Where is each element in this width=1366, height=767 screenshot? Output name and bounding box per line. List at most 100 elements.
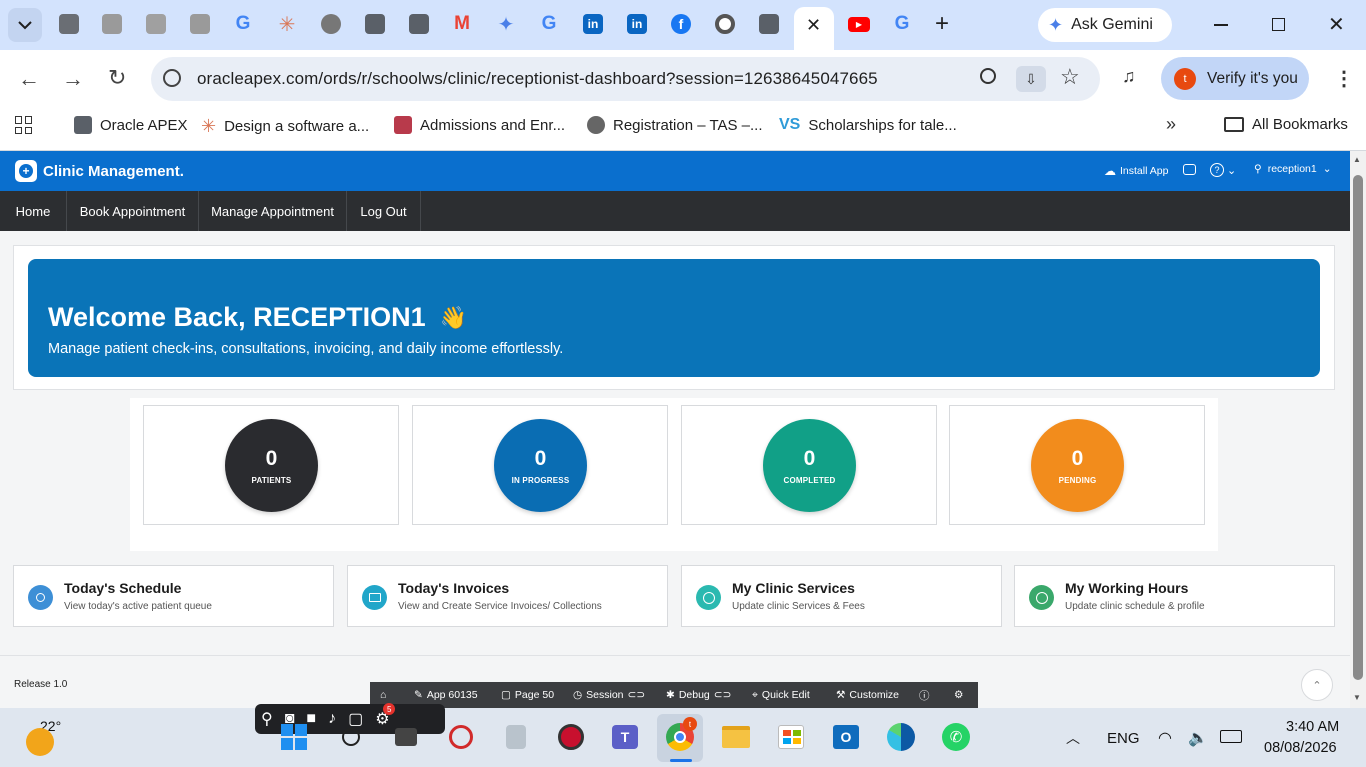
card-todays-schedule[interactable]: Today's Schedule View today's active pat… xyxy=(13,565,334,627)
nav-log-out[interactable]: Log Out xyxy=(347,191,421,231)
bookmark-item[interactable]: Oracle APEX xyxy=(74,116,188,134)
welcome-title: Welcome Back, RECEPTION1 xyxy=(48,302,426,332)
tab-favicon-page-icon[interactable] xyxy=(189,13,211,35)
bookmark-item[interactable]: ✳ Design a software a... xyxy=(201,116,369,137)
whatsapp-icon[interactable]: ✆ xyxy=(940,721,972,753)
settings-gear-icon[interactable]: ⚙ 5 xyxy=(375,703,396,729)
edge-icon[interactable] xyxy=(885,721,917,753)
start-windows-icon[interactable] xyxy=(278,721,310,753)
tab-favicon-youtube-icon[interactable]: ▶ xyxy=(848,13,870,35)
tab-favicon-gemini-icon[interactable]: ✦ xyxy=(495,13,517,36)
dev-info-icon[interactable]: ⓘ xyxy=(919,682,930,708)
tab-favicon-google-icon[interactable]: G xyxy=(538,13,560,35)
new-tab-plus-icon[interactable]: + xyxy=(935,10,949,38)
dev-page-button[interactable]: ▢ Page 50 xyxy=(501,682,554,708)
file-explorer-icon[interactable] xyxy=(720,721,752,753)
wifi-icon[interactable]: ◠ xyxy=(1158,728,1172,748)
chat-icon[interactable] xyxy=(1183,164,1196,175)
tab-favicon-google-icon[interactable]: G xyxy=(891,13,913,35)
window-close-icon[interactable]: ✕ xyxy=(1328,12,1345,37)
recorder-app-icon[interactable] xyxy=(555,721,587,753)
outlook-icon[interactable]: O xyxy=(830,721,862,753)
database-app-icon[interactable] xyxy=(500,721,532,753)
tab-favicon-linkedin-icon[interactable]: in xyxy=(626,13,648,35)
app-title[interactable]: Clinic Management. xyxy=(43,163,184,180)
dev-customize-button[interactable]: ⚒ Customize xyxy=(836,682,899,708)
tab-favicon-apex-icon[interactable] xyxy=(408,13,430,35)
dev-settings-icon[interactable]: ⚙ xyxy=(954,682,963,708)
pin-icon[interactable]: ⚲ xyxy=(261,709,273,729)
tab-favicon-openai-icon[interactable] xyxy=(320,13,342,35)
clock-date[interactable]: 08/08/2026 xyxy=(1264,740,1337,756)
language-indicator[interactable]: ENG xyxy=(1107,730,1140,747)
weather-widget[interactable]: 22° xyxy=(26,716,61,756)
tab-favicon-apex-icon[interactable] xyxy=(58,13,80,35)
task-view-icon[interactable] xyxy=(390,721,422,753)
search-icon[interactable] xyxy=(335,721,367,753)
nav-book-appointment[interactable]: Book Appointment xyxy=(67,191,199,231)
more-bookmarks-chevron-icon[interactable]: » xyxy=(1166,114,1176,135)
bookmark-item[interactable]: VS Scholarships for tale... xyxy=(779,116,957,134)
stat-card-pending[interactable]: 0 PENDING xyxy=(949,405,1205,525)
clock-time[interactable]: 3:40 AM xyxy=(1286,719,1339,735)
stat-card-in-progress[interactable]: 0 IN PROGRESS xyxy=(412,405,668,525)
stat-card-completed[interactable]: 0 COMPLETED xyxy=(681,405,937,525)
bookmark-label: Admissions and Enr... xyxy=(420,116,566,134)
dev-quick-edit-button[interactable]: ⌖ Quick Edit xyxy=(752,682,810,708)
tab-favicon-claude-icon[interactable]: ✳ xyxy=(276,13,298,36)
bookmark-item[interactable]: Registration – TAS –... xyxy=(587,116,763,134)
security-app-icon[interactable] xyxy=(445,721,477,753)
tab-favicon-google-icon[interactable]: G xyxy=(232,13,254,35)
volume-icon[interactable]: 🔈 xyxy=(1188,728,1208,748)
show-hidden-icons-chevron-icon[interactable]: ︿ xyxy=(1066,728,1080,748)
bookmark-star-icon[interactable]: ☆ xyxy=(1060,64,1080,90)
tab-favicon-page-icon[interactable] xyxy=(101,13,123,35)
teams-icon[interactable]: T xyxy=(609,721,641,753)
chrome-taskbar-icon[interactable]: t xyxy=(664,717,697,753)
media-controls-icon[interactable]: ♫ xyxy=(1122,66,1136,87)
dev-session-button[interactable]: ◷ Session ⊂⊃ xyxy=(573,682,645,708)
card-working-hours[interactable]: My Working Hours Update clinic schedule … xyxy=(1014,565,1335,627)
user-menu-button[interactable]: ⚲ reception1 ⌄ xyxy=(1254,163,1332,175)
tab-favicon-page-icon[interactable] xyxy=(145,13,167,35)
reload-icon[interactable]: ↻ xyxy=(108,65,126,91)
window-minimize-icon[interactable] xyxy=(1214,24,1228,26)
tab-favicon-apex-icon[interactable] xyxy=(364,13,386,35)
stat-card-patients[interactable]: 0 PATIENTS xyxy=(143,405,399,525)
card-clinic-services[interactable]: My Clinic Services Update clinic Service… xyxy=(681,565,1002,627)
tab-search-button[interactable] xyxy=(8,8,42,42)
tab-favicon-chrome-icon[interactable] xyxy=(714,13,736,35)
user-icon: ⚲ xyxy=(1254,163,1262,175)
store-icon[interactable] xyxy=(775,721,807,753)
active-tab[interactable]: ✕ xyxy=(794,7,834,50)
site-info-icon[interactable] xyxy=(163,69,181,87)
card-todays-invoices[interactable]: Today's Invoices View and Create Service… xyxy=(347,565,668,627)
dev-debug-button[interactable]: ✱ Debug ⊂⊃ xyxy=(666,682,731,708)
verify-profile-button[interactable]: t Verify it's you xyxy=(1161,57,1309,100)
install-app-button[interactable]: ☁ Install App xyxy=(1104,164,1168,178)
back-arrow-icon[interactable]: ← xyxy=(18,66,40,92)
help-menu-icon[interactable]: ? ⌄ xyxy=(1210,163,1236,177)
forward-arrow-icon[interactable]: → xyxy=(62,66,84,92)
tab-favicon-facebook-icon[interactable]: f xyxy=(670,13,692,35)
battery-icon[interactable] xyxy=(1220,730,1242,743)
nav-home[interactable]: Home xyxy=(0,191,67,231)
tab-favicon-apex-icon[interactable] xyxy=(758,13,780,35)
bookmark-item[interactable]: Admissions and Enr... xyxy=(394,116,565,134)
close-tab-icon[interactable]: ✕ xyxy=(806,15,821,36)
nav-manage-appointment[interactable]: Manage Appointment xyxy=(199,191,347,231)
scroll-top-button[interactable]: ⌃ xyxy=(1301,669,1333,701)
url-text[interactable]: oracleapex.com/ords/r/schoolws/clinic/re… xyxy=(197,69,878,89)
apps-grid-icon[interactable] xyxy=(15,116,33,134)
all-bookmarks-button[interactable]: All Bookmarks xyxy=(1224,116,1348,133)
chrome-menu-icon[interactable]: ⋮ xyxy=(1334,66,1354,91)
profile-avatar: t xyxy=(1174,67,1196,90)
zoom-search-icon[interactable] xyxy=(980,68,996,84)
page-scrollbar[interactable]: ▲ ▼ xyxy=(1350,151,1366,708)
install-app-icon[interactable]: ⇩ xyxy=(1016,66,1046,92)
tab-favicon-gmail-icon[interactable]: M xyxy=(451,13,473,35)
tab-favicon-linkedin-icon[interactable]: in xyxy=(582,13,604,35)
ask-gemini-button[interactable]: ✦ Ask Gemini xyxy=(1038,8,1172,42)
scrollbar-thumb[interactable] xyxy=(1353,175,1363,680)
window-restore-icon[interactable] xyxy=(1272,18,1285,31)
